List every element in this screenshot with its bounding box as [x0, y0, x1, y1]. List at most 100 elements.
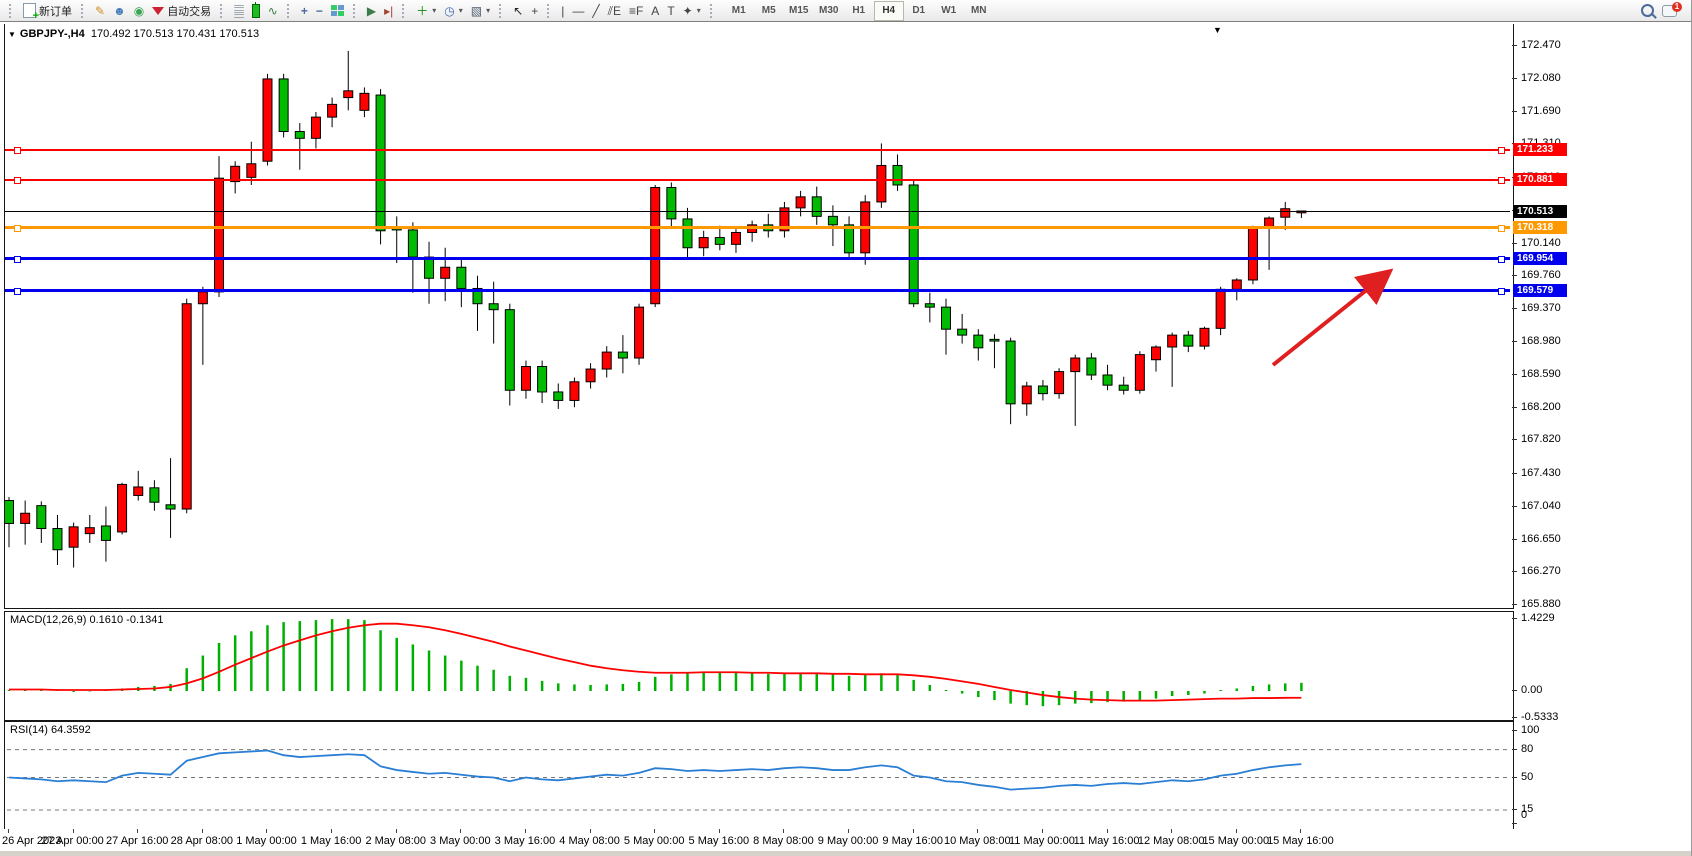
search-button[interactable]	[1637, 1, 1658, 21]
price-tick	[1512, 473, 1517, 474]
text-button[interactable]: A	[647, 1, 663, 21]
time-tick	[848, 829, 849, 833]
time-axis[interactable]: 26 Apr 202327 Apr 00:0027 Apr 16:0028 Ap…	[0, 829, 1692, 851]
candlestick-chart-button[interactable]	[248, 1, 264, 21]
hline-handle[interactable]	[1498, 288, 1505, 295]
toolbar-grip	[287, 4, 292, 18]
indicators-button[interactable]: ＋▾	[412, 1, 440, 21]
chart-title: ▼GBPJPY-,H4 170.492 170.513 170.431 170.…	[8, 28, 259, 40]
price-tag-170.318: 170.318	[1513, 221, 1567, 234]
toolbar-grip	[353, 4, 358, 18]
hline-handle[interactable]	[14, 225, 21, 232]
chevron-down-icon: ▾	[697, 6, 701, 15]
cursor-button[interactable]: ↖	[509, 1, 527, 21]
signal-button[interactable]: ◉	[130, 1, 148, 21]
new-order-label: 新订单	[39, 3, 72, 19]
chart-menu-arrow[interactable]: ▼	[8, 30, 16, 39]
time-tick	[266, 829, 267, 833]
bar-chart-icon: 𝄛	[234, 1, 244, 21]
timeframe-h1[interactable]: H1	[844, 1, 874, 21]
timeframe-m30[interactable]: M30	[814, 1, 844, 21]
arrows-tool-button[interactable]: ✦▾	[679, 1, 705, 21]
timeframe-m5[interactable]: M5	[754, 1, 784, 21]
hline-handle[interactable]	[14, 256, 21, 263]
auto-trading-button[interactable]: 自动交易	[148, 1, 215, 21]
hline-171.233[interactable]	[5, 149, 1510, 151]
hline-handle[interactable]	[1498, 177, 1505, 184]
profile-button[interactable]: ☻	[109, 1, 130, 21]
hline-handle[interactable]	[14, 147, 21, 154]
chart-shift-icon: ▸|	[384, 1, 393, 21]
rsi-axis-label: 80	[1521, 743, 1533, 755]
price-tick-label: 170.140	[1521, 237, 1561, 249]
crosshair-button[interactable]: +	[527, 1, 542, 21]
zoom-in-button[interactable]: +	[297, 1, 312, 21]
price-tick-label: 169.760	[1521, 269, 1561, 281]
time-label: 27 Apr 16:00	[106, 835, 168, 847]
zoom-out-button[interactable]: −	[312, 1, 327, 21]
vline-icon: |	[561, 1, 564, 21]
timeframe-d1[interactable]: D1	[904, 1, 934, 21]
price-tick-label: 172.080	[1521, 72, 1561, 84]
macd-pane[interactable]	[4, 611, 1514, 721]
price-tick-label: 172.470	[1521, 39, 1561, 51]
time-label: 15 May 16:00	[1267, 835, 1334, 847]
price-tag-169.579: 169.579	[1513, 284, 1567, 297]
rsi-pane[interactable]	[4, 721, 1514, 830]
hline-handle[interactable]	[1498, 147, 1505, 154]
price-tick	[1512, 571, 1517, 572]
hline-handle[interactable]	[1498, 225, 1505, 232]
price-tick-label: 168.980	[1521, 335, 1561, 347]
timeframe-w1[interactable]: W1	[934, 1, 964, 21]
auto-scroll-icon: ▶	[367, 1, 376, 21]
rsi-axis-tick	[1512, 823, 1517, 824]
label-button[interactable]: T	[663, 1, 678, 21]
crayon-button[interactable]: ✎	[91, 1, 109, 21]
price-tick-label: 167.820	[1521, 433, 1561, 445]
fibonacci-button[interactable]: ≡F	[625, 1, 647, 21]
chart-dropdown-marker[interactable]: ▼	[1213, 25, 1222, 35]
time-label: 9 May 16:00	[882, 835, 943, 847]
hline-170.513[interactable]	[5, 211, 1510, 212]
templates-icon: ▧	[471, 1, 482, 21]
text-icon: A	[651, 1, 659, 21]
chart-shift-button[interactable]: ▸|	[380, 1, 397, 21]
vline-button[interactable]: |	[557, 1, 568, 21]
trend-arrow-annotation[interactable]	[1150, 240, 1430, 380]
line-chart-button[interactable]: ∿	[264, 1, 282, 21]
hline-handle[interactable]	[14, 177, 21, 184]
chat-button[interactable]: 1	[1658, 1, 1681, 21]
timeframe-h4[interactable]: H4	[874, 1, 904, 21]
cursor-icon: ↖	[513, 1, 523, 21]
timeframe-mn[interactable]: MN	[964, 1, 994, 21]
timeframe-m1[interactable]: M1	[724, 1, 754, 21]
hline-170.318[interactable]	[5, 226, 1510, 229]
hline-handle[interactable]	[1498, 256, 1505, 263]
hline-handle[interactable]	[14, 288, 21, 295]
hline-170.881[interactable]	[5, 179, 1510, 181]
toolbar-grip	[499, 4, 504, 18]
auto-trading-icon	[152, 7, 164, 15]
label-icon: T	[667, 1, 674, 21]
rsi-axis-tick	[1512, 777, 1517, 778]
price-tick-label: 169.370	[1521, 302, 1561, 314]
trendline-button[interactable]: ╱	[588, 1, 603, 21]
bar-chart-button[interactable]: 𝄛	[230, 1, 248, 21]
hline-button[interactable]: —	[568, 1, 588, 21]
toolbar-grip	[547, 4, 552, 18]
time-label: 11 May 16:00	[1074, 835, 1140, 847]
channel-button[interactable]: ⫽E	[604, 1, 625, 21]
macd-axis-tick	[1512, 717, 1517, 718]
periods-button[interactable]: ◷▾	[440, 1, 467, 21]
hline-icon: —	[572, 1, 584, 21]
new-order-button[interactable]: 新订单	[19, 1, 76, 21]
time-label: 1 May 00:00	[236, 835, 297, 847]
time-tick	[202, 829, 203, 833]
time-tick	[913, 829, 914, 833]
auto-scroll-button[interactable]: ▶	[363, 1, 380, 21]
timeframe-m15[interactable]: M15	[784, 1, 814, 21]
signal-icon: ◉	[134, 1, 144, 21]
tile-windows-button[interactable]	[327, 1, 348, 21]
price-tick	[1512, 308, 1517, 309]
templates-button[interactable]: ▧▾	[467, 1, 494, 21]
